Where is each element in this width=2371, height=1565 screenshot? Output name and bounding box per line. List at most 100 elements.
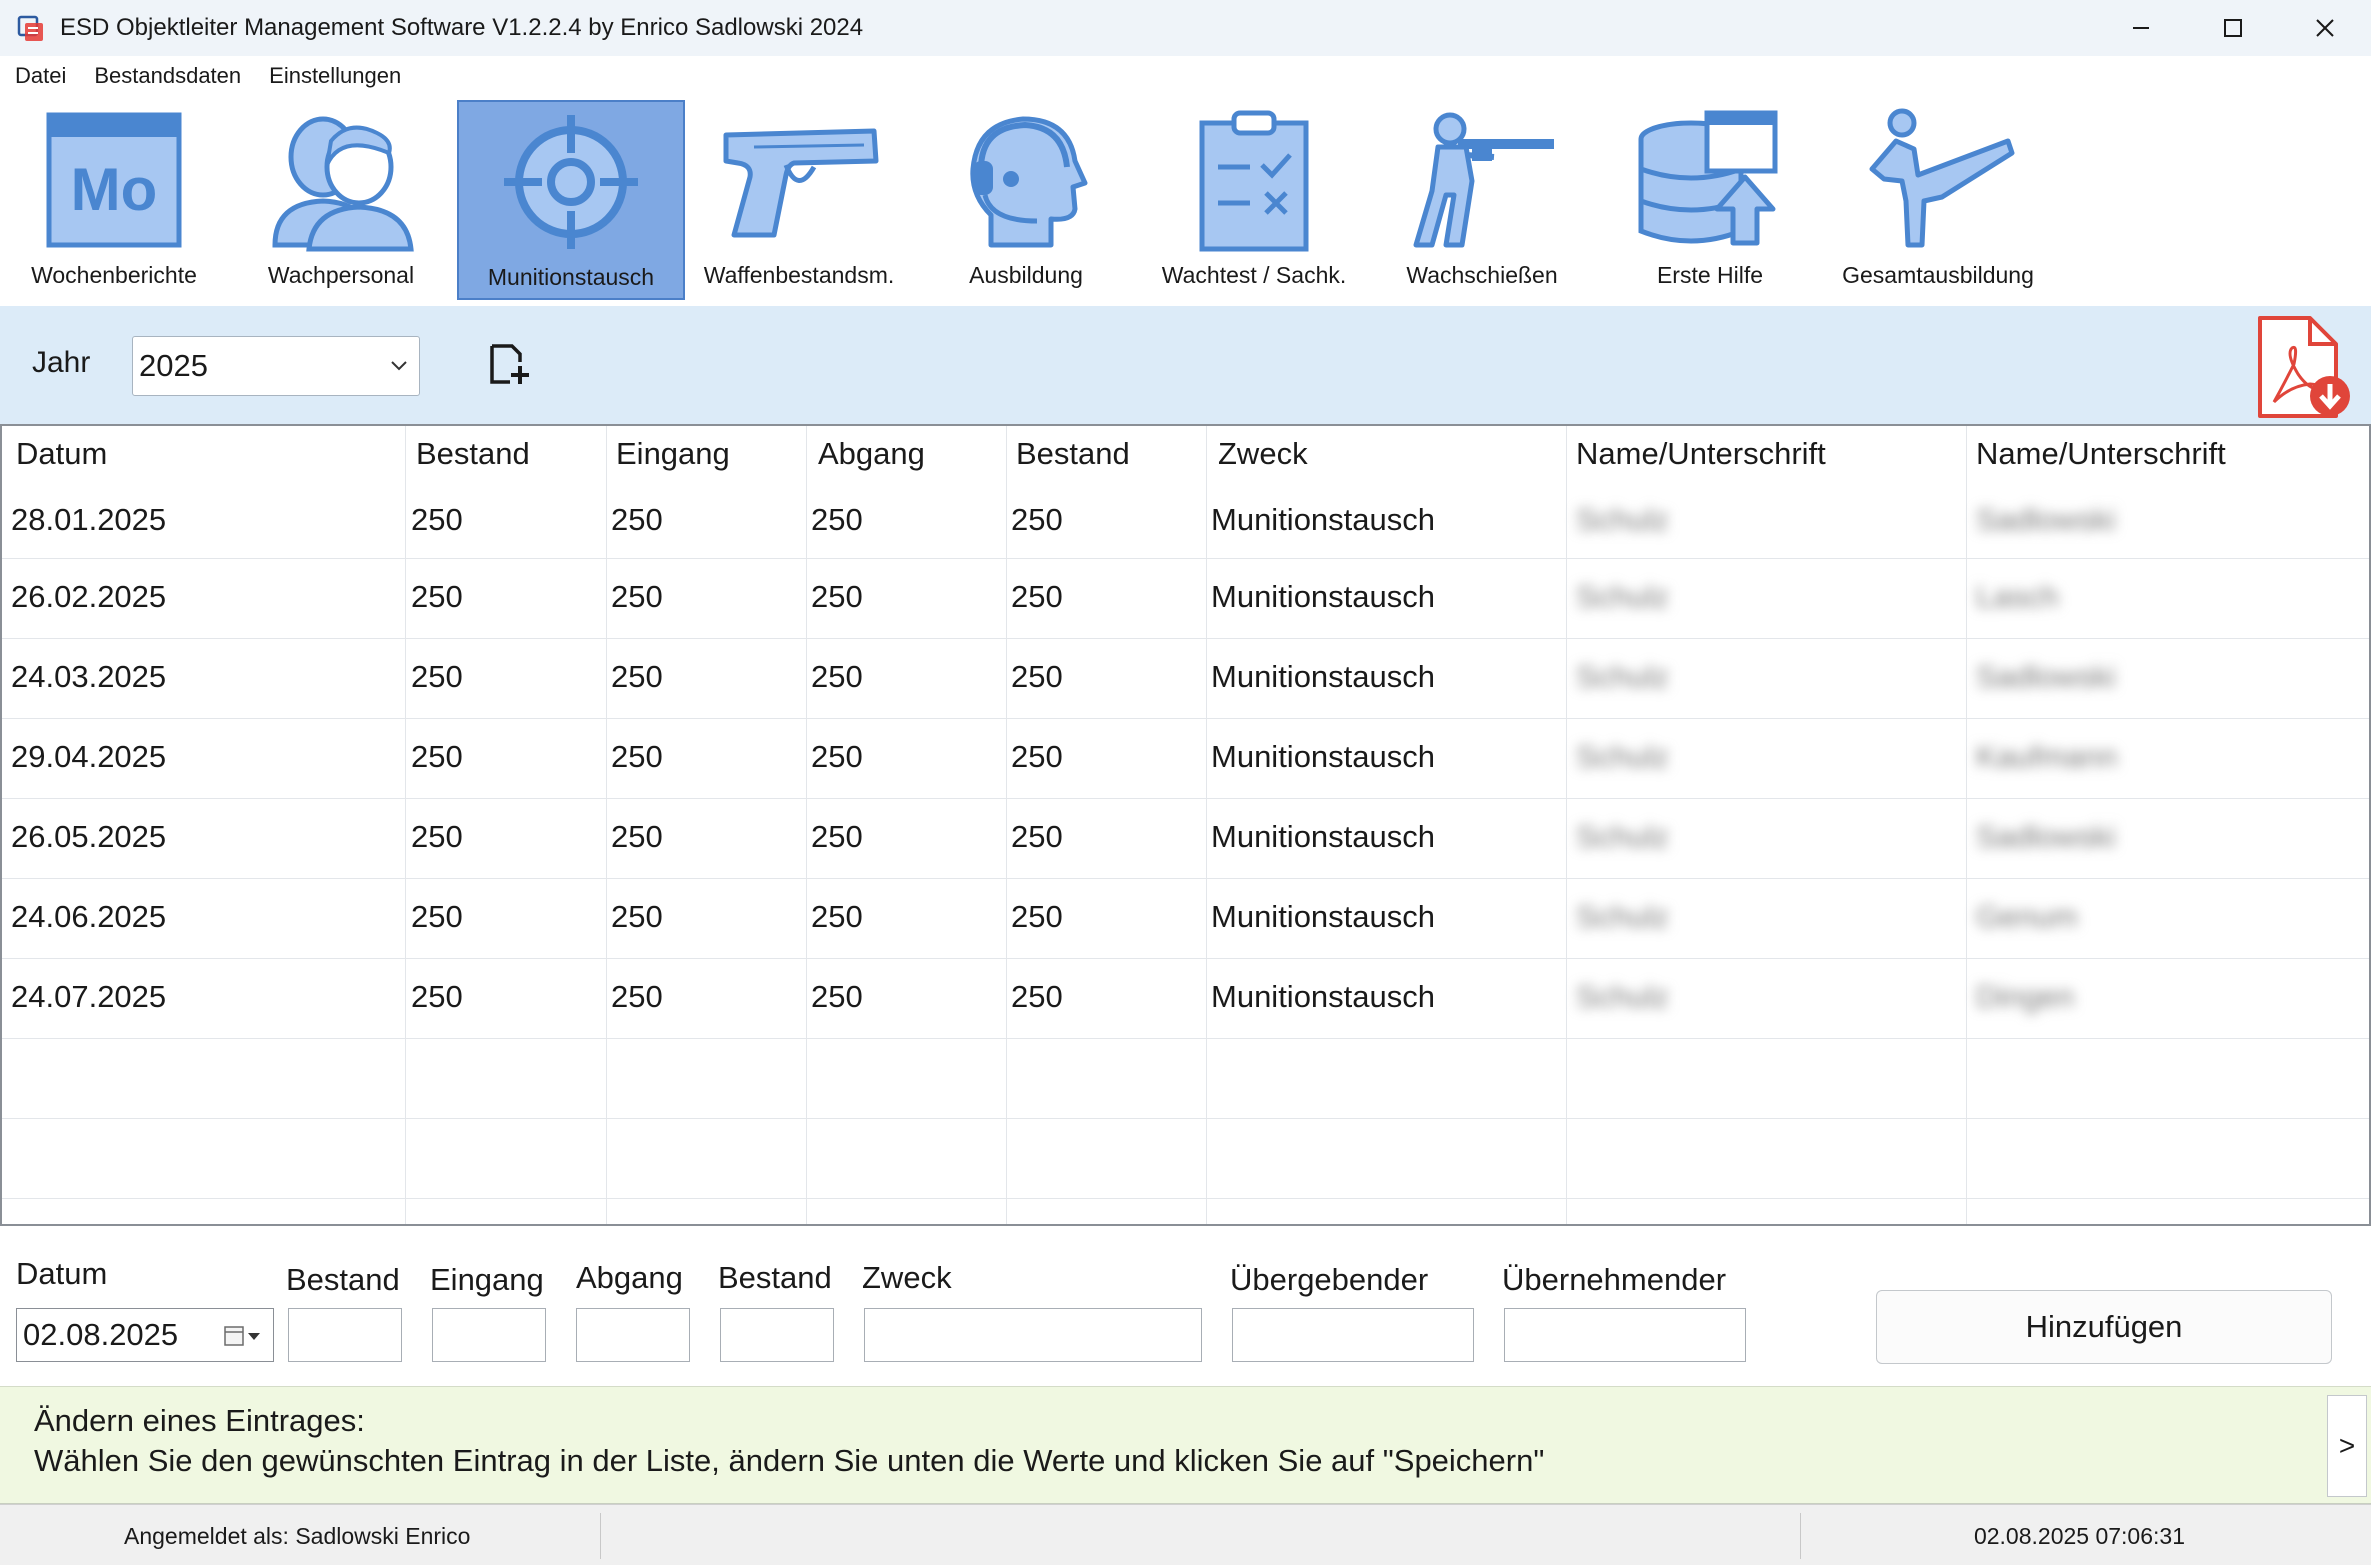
- table-row[interactable]: 29.04.2025 250 250 250 250 Munitionstaus…: [2, 719, 2369, 799]
- info-toggle-button[interactable]: >: [2327, 1395, 2367, 1497]
- abgang-input[interactable]: [576, 1308, 690, 1362]
- cell-name-2: Genum: [1976, 899, 2078, 934]
- cell-datum: 24.07.2025: [11, 979, 167, 1014]
- tool-waffenbestand[interactable]: Waffenbestandsm.: [685, 100, 913, 300]
- tool-label: Wochenberichte: [31, 262, 197, 288]
- cell-bestand: 250: [411, 659, 463, 694]
- module-toolbar: Mo Wochenberichte Wachpersonal Munitions…: [0, 96, 2371, 306]
- uebernehmender-input[interactable]: [1504, 1308, 1746, 1362]
- header-zweck[interactable]: Zweck: [1218, 436, 1308, 472]
- table-header: Datum Bestand Eingang Abgang Bestand Zwe…: [2, 426, 2369, 482]
- minimize-button[interactable]: [2095, 0, 2187, 56]
- cell-abgang: 250: [811, 739, 863, 774]
- cell-name-1: Schulz: [1576, 502, 1670, 537]
- info-panel: Ändern eines Eintrages: Wählen Sie den g…: [0, 1386, 2371, 1504]
- minimize-icon: [2133, 27, 2149, 29]
- header-bestand[interactable]: Bestand: [416, 436, 530, 472]
- cell-bestand-2: 250: [1011, 739, 1063, 774]
- cell-bestand: 250: [411, 899, 463, 934]
- menu-einstellungen[interactable]: Einstellungen: [269, 63, 401, 89]
- tool-ausbildung[interactable]: Ausbildung: [912, 100, 1140, 300]
- table-row[interactable]: 26.02.2025 250 250 250 250 Munitionstaus…: [2, 559, 2369, 639]
- tool-wochenberichte[interactable]: Mo Wochenberichte: [0, 100, 228, 300]
- cell-bestand: 250: [411, 502, 463, 537]
- status-user: Angemeldet als: Sadlowski Enrico: [124, 1523, 471, 1549]
- cell-eingang: 250: [611, 579, 663, 614]
- zweck-input[interactable]: [864, 1308, 1202, 1362]
- cell-zweck: Munitionstausch: [1211, 739, 1436, 774]
- menu-bestandsdaten[interactable]: Bestandsdaten: [94, 63, 241, 89]
- table-row-empty[interactable]: [2, 1119, 2369, 1199]
- cell-abgang: 250: [811, 899, 863, 934]
- cell-name-2: Lasch: [1976, 579, 2059, 614]
- cell-datum: 26.02.2025: [11, 579, 167, 614]
- calendar-dropdown-icon[interactable]: [223, 1325, 263, 1347]
- entries-table[interactable]: Datum Bestand Eingang Abgang Bestand Zwe…: [0, 424, 2371, 1226]
- table-row[interactable]: 24.07.2025 250 250 250 250 Munitionstaus…: [2, 959, 2369, 1039]
- table-row-empty[interactable]: [2, 1039, 2369, 1119]
- new-entry-icon[interactable]: [486, 342, 530, 386]
- cell-name-1: Schulz: [1576, 579, 1670, 614]
- bestand-2-input[interactable]: [720, 1308, 834, 1362]
- kick-icon: [1869, 108, 2015, 248]
- cell-name-2: Sadlowski: [1976, 819, 2116, 854]
- header-name-1[interactable]: Name/Unterschrift: [1576, 436, 1826, 472]
- cell-datum: 26.05.2025: [11, 819, 167, 854]
- info-text: Wählen Sie den gewünschten Eintrag in de…: [34, 1443, 1545, 1478]
- year-select-value: 2025: [139, 348, 208, 383]
- table-row[interactable]: 28.01.2025 250 250 250 250 Munitionstaus…: [2, 482, 2369, 559]
- cell-abgang: 250: [811, 819, 863, 854]
- title-bar: ESD Objektleiter Management Software V1.…: [0, 0, 2371, 56]
- cell-name-1: Schulz: [1576, 899, 1670, 934]
- cell-abgang: 250: [811, 659, 863, 694]
- cell-bestand-2: 250: [1011, 502, 1063, 537]
- cell-abgang: 250: [811, 502, 863, 537]
- cell-datum: 29.04.2025: [11, 739, 167, 774]
- tool-munitionstausch[interactable]: Munitionstausch: [457, 100, 685, 300]
- eingang-input[interactable]: [432, 1308, 546, 1362]
- date-picker[interactable]: 02.08.2025: [16, 1308, 274, 1362]
- header-eingang[interactable]: Eingang: [616, 436, 730, 472]
- tool-wachschiessen[interactable]: Wachschießen: [1368, 100, 1596, 300]
- tool-label: Wachtest / Sachk.: [1161, 262, 1347, 288]
- tool-label: Wachschießen: [1406, 262, 1558, 288]
- cell-zweck: Munitionstausch: [1211, 819, 1436, 854]
- pistol-icon: [723, 128, 879, 238]
- cell-zweck: Munitionstausch: [1211, 579, 1436, 614]
- maximize-button[interactable]: [2187, 0, 2279, 56]
- date-value: 02.08.2025: [23, 1317, 179, 1352]
- cell-datum: 28.01.2025: [11, 502, 167, 537]
- tool-label: Gesamtausbildung: [1842, 262, 2034, 288]
- window-title: ESD Objektleiter Management Software V1.…: [60, 14, 864, 41]
- table-row[interactable]: 26.05.2025 250 250 250 250 Munitionstaus…: [2, 799, 2369, 879]
- close-button[interactable]: [2279, 0, 2371, 56]
- year-label: Jahr: [32, 346, 91, 379]
- cell-eingang: 250: [611, 739, 663, 774]
- tool-wachtest[interactable]: Wachtest / Sachk.: [1140, 100, 1368, 300]
- header-bestand-2[interactable]: Bestand: [1016, 436, 1130, 472]
- headset-icon: [970, 116, 1088, 248]
- cell-name-1: Schulz: [1576, 979, 1670, 1014]
- table-row[interactable]: 24.06.2025 250 250 250 250 Munitionstaus…: [2, 879, 2369, 959]
- table-row[interactable]: 24.03.2025 250 250 250 250 Munitionstaus…: [2, 639, 2369, 719]
- cell-bestand-2: 250: [1011, 579, 1063, 614]
- uebergebender-input[interactable]: [1232, 1308, 1474, 1362]
- cell-bestand-2: 250: [1011, 979, 1063, 1014]
- header-datum[interactable]: Datum: [16, 436, 107, 472]
- cell-bestand: 250: [411, 579, 463, 614]
- tool-erste-hilfe[interactable]: Erste Hilfe: [1596, 100, 1824, 300]
- header-abgang[interactable]: Abgang: [818, 436, 925, 472]
- cell-abgang: 250: [811, 579, 863, 614]
- cell-eingang: 250: [611, 659, 663, 694]
- header-name-2[interactable]: Name/Unterschrift: [1976, 436, 2226, 472]
- menu-datei[interactable]: Datei: [15, 63, 66, 89]
- bestand-2-label: Bestand: [718, 1260, 832, 1295]
- add-button[interactable]: Hinzufügen: [1876, 1290, 2332, 1364]
- info-title: Ändern eines Eintrages:: [34, 1403, 365, 1438]
- pdf-export-icon[interactable]: [2254, 314, 2354, 422]
- bestand-input[interactable]: [288, 1308, 402, 1362]
- tool-wachpersonal[interactable]: Wachpersonal: [227, 100, 455, 300]
- cell-name-2: Kaufmann: [1976, 739, 2118, 774]
- year-select[interactable]: 2025: [132, 336, 420, 396]
- tool-gesamtausbildung[interactable]: Gesamtausbildung: [1824, 100, 2052, 300]
